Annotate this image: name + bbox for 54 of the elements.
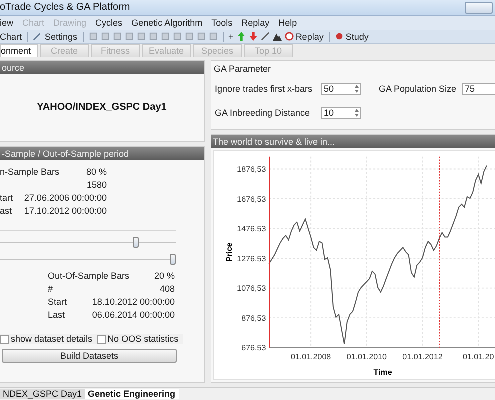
field-value: 18.10.2012 00:00:00 [92, 297, 175, 307]
panel-header: The world to survive & live in... [211, 135, 495, 148]
menu-item[interactable]: Help [278, 18, 298, 28]
menu-item[interactable]: Cycles [96, 18, 123, 28]
spinner-arrows-icon[interactable] [354, 108, 360, 118]
field-label: n-Sample Bars [0, 167, 60, 177]
line-icon[interactable] [260, 32, 270, 41]
field-label: Out-Of-Sample Bars [48, 271, 130, 281]
down-arrow-icon[interactable] [248, 32, 258, 41]
field-label: GA Population Size [379, 84, 458, 94]
up-arrow-icon[interactable] [236, 32, 246, 41]
field-value: 17.10.2012 00:00:00 [24, 206, 107, 216]
panel-header: -Sample / Out-of-Sample period [0, 147, 204, 160]
menu-item[interactable]: iew [0, 18, 14, 28]
menu-item[interactable]: Replay [242, 18, 270, 28]
spin-field[interactable]: 10 [321, 107, 361, 119]
window-title: oTrade Cycles & GA Platform [0, 2, 130, 13]
settings-button[interactable]: Settings [45, 32, 78, 42]
tab[interactable]: onment [0, 44, 38, 57]
checkbox[interactable]: No OOS statistics [96, 334, 183, 344]
study-button[interactable]: Study [334, 32, 369, 42]
field-value: 1580 [86, 180, 107, 190]
section-title: GA Parameter [213, 63, 272, 74]
spinner-arrows-icon[interactable] [354, 84, 360, 94]
field-value: 20 % [154, 271, 175, 281]
panel-header: ource [0, 61, 204, 74]
tab[interactable]: NDEX_GSPC Day1 [0, 389, 86, 399]
field-value: 80 % [86, 167, 107, 177]
field-value: 06.06.2014 00:00:00 [92, 310, 175, 320]
field-label: Ignore trades first x-bars [215, 84, 314, 94]
spin-field[interactable]: 50 [321, 83, 361, 95]
slider-thumb[interactable] [132, 237, 139, 248]
field-value: 27.06.2006 00:00:00 [24, 193, 107, 203]
field-label: # [48, 284, 54, 294]
build-datasets-button[interactable]: Build Datasets [2, 349, 177, 363]
window-control-button[interactable] [465, 2, 493, 14]
spin-field[interactable]: 75 [462, 83, 495, 95]
field-label: ast [0, 206, 12, 216]
field-label: tart [0, 193, 14, 203]
menu-item[interactable]: Tools [212, 18, 233, 28]
tab[interactable]: Genetic Engineering [85, 389, 179, 399]
add-button[interactable]: + [228, 32, 234, 42]
slider-thumb[interactable] [170, 254, 176, 265]
checkbox[interactable]: show dataset details [0, 334, 97, 344]
dataset-name: YAHOO/INDEX_GSPC Day1 [37, 102, 167, 113]
field-label: Start [48, 297, 68, 307]
field-value: 408 [160, 284, 175, 294]
field-label: GA Inbreeding Distance [215, 108, 312, 118]
field-label: Last [48, 310, 66, 320]
chart-button[interactable]: Chart [0, 32, 22, 42]
mountain-icon[interactable] [272, 32, 282, 41]
y-axis-title: Price [224, 242, 234, 262]
menu-item[interactable]: Genetic Algorithm [132, 18, 203, 28]
replay-button[interactable]: Replay [284, 32, 324, 42]
